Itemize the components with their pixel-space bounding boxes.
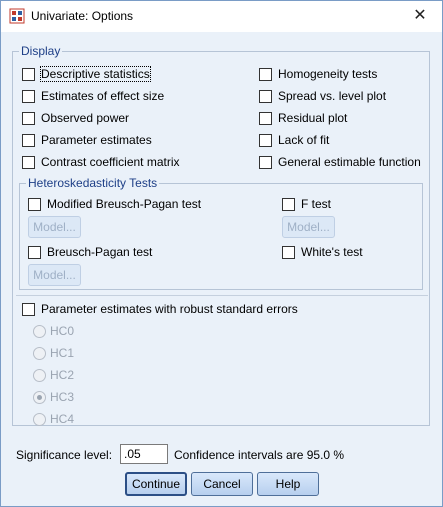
hc1-radio[interactable]: HC1 <box>33 345 74 361</box>
checkbox-label: Spread vs. level plot <box>278 89 387 103</box>
close-button[interactable]: ✕ <box>398 1 442 31</box>
title-bar: Univariate: Options ✕ <box>1 1 442 31</box>
spread-level-plot-checkbox[interactable]: Spread vs. level plot <box>259 88 386 104</box>
general-estimable-function-checkbox[interactable]: General estimable function <box>259 154 421 170</box>
options-dialog: Univariate: Options ✕ Display Descriptiv… <box>0 0 443 507</box>
hc0-radio[interactable]: HC0 <box>33 323 74 339</box>
checkbox-box <box>28 197 41 211</box>
hc4-radio[interactable]: HC4 <box>33 411 74 427</box>
checkbox-box <box>259 111 272 125</box>
checkbox-label: Parameter estimates <box>41 133 152 147</box>
radio-label: HC2 <box>50 368 75 382</box>
dialog-body: Display Descriptive statistics Estimates… <box>1 32 442 506</box>
f-test-checkbox[interactable]: F test <box>282 196 331 212</box>
checkbox-box <box>22 89 35 103</box>
checkbox-label: Lack of fit <box>278 133 330 147</box>
window-title: Univariate: Options <box>31 9 134 23</box>
radio-dot-selected <box>33 390 46 404</box>
checkbox-label: Parameter estimates with robust standard… <box>41 302 298 316</box>
hc2-radio[interactable]: HC2 <box>33 367 74 383</box>
checkbox-label: Descriptive statistics <box>40 66 151 82</box>
radio-dot <box>33 412 46 426</box>
observed-power-checkbox[interactable]: Observed power <box>22 110 129 126</box>
checkbox-label: Breusch-Pagan test <box>47 245 153 259</box>
significance-level-input[interactable] <box>120 444 168 464</box>
modified-breusch-pagan-checkbox[interactable]: Modified Breusch-Pagan test <box>28 196 201 212</box>
robust-standard-errors-checkbox[interactable]: Parameter estimates with robust standard… <box>22 301 298 317</box>
checkbox-box <box>282 197 295 211</box>
lack-of-fit-checkbox[interactable]: Lack of fit <box>259 132 329 148</box>
radio-label: HC4 <box>50 412 75 426</box>
display-legend: Display <box>19 44 63 58</box>
radio-label: HC3 <box>50 390 75 404</box>
checkbox-label: Residual plot <box>278 111 348 125</box>
bp-model-button[interactable]: Model... <box>28 264 81 286</box>
radio-dot <box>33 346 46 360</box>
radio-dot <box>33 368 46 382</box>
checkbox-box <box>282 245 295 259</box>
significance-label: Significance level: <box>16 448 113 462</box>
checkbox-label: Observed power <box>41 111 130 125</box>
descriptive-statistics-checkbox[interactable]: Descriptive statistics <box>22 66 151 82</box>
checkbox-label: Estimates of effect size <box>41 89 165 103</box>
checkbox-label: General estimable function <box>278 155 421 169</box>
heteroskedasticity-legend: Heteroskedasticity Tests <box>26 176 160 190</box>
whites-test-checkbox[interactable]: White's test <box>282 244 363 260</box>
parameter-estimates-checkbox[interactable]: Parameter estimates <box>22 132 152 148</box>
modified-bp-model-button[interactable]: Model... <box>28 216 81 238</box>
hc3-radio[interactable]: HC3 <box>33 389 74 405</box>
checkbox-box <box>22 111 35 125</box>
radio-label: HC1 <box>50 346 75 360</box>
checkbox-box <box>28 245 41 259</box>
checkbox-box <box>259 155 272 169</box>
close-icon: ✕ <box>413 7 427 24</box>
f-test-model-button[interactable]: Model... <box>282 216 335 238</box>
homogeneity-tests-checkbox[interactable]: Homogeneity tests <box>259 66 377 82</box>
checkbox-label: F test <box>301 197 332 211</box>
residual-plot-checkbox[interactable]: Residual plot <box>259 110 347 126</box>
checkbox-box <box>259 133 272 147</box>
checkbox-box <box>22 302 35 316</box>
checkbox-label: White's test <box>301 245 363 259</box>
checkbox-box <box>259 89 272 103</box>
checkbox-label: Homogeneity tests <box>278 67 378 81</box>
continue-button[interactable]: Continue <box>125 472 187 496</box>
checkbox-box <box>22 133 35 147</box>
checkbox-box <box>22 155 35 169</box>
breusch-pagan-checkbox[interactable]: Breusch-Pagan test <box>28 244 152 260</box>
radio-label: HC0 <box>50 324 75 338</box>
checkbox-box <box>22 67 35 81</box>
spss-app-icon <box>9 8 25 24</box>
confidence-interval-text: Confidence intervals are 95.0 % <box>174 448 345 462</box>
contrast-matrix-checkbox[interactable]: Contrast coefficient matrix <box>22 154 180 170</box>
radio-dot <box>33 324 46 338</box>
effect-size-checkbox[interactable]: Estimates of effect size <box>22 88 164 104</box>
checkbox-label: Contrast coefficient matrix <box>41 155 180 169</box>
cancel-button[interactable]: Cancel <box>191 472 253 496</box>
checkbox-label: Modified Breusch-Pagan test <box>47 197 202 211</box>
checkbox-box <box>259 67 272 81</box>
separator <box>16 295 428 296</box>
help-button[interactable]: Help <box>257 472 319 496</box>
